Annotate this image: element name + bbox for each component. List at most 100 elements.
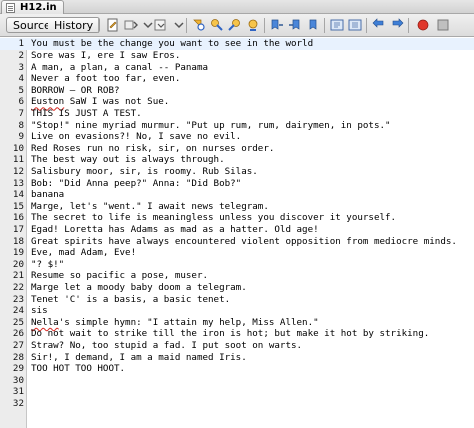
line-number: 19 (12, 247, 24, 259)
back-icon[interactable] (124, 18, 138, 32)
editor-line[interactable]: 5 BORROW — OR ROB? (0, 85, 474, 97)
editor-line[interactable]: 8 "Stop!" nine myriad murmur. "Put up rum… (0, 120, 474, 132)
editor-line[interactable]: 28 Sir!, I demand, I am a maid named Iris… (0, 352, 474, 364)
line-text: Egad! Loretta has Adams as mad as a hatt… (31, 224, 319, 235)
editor-line[interactable]: 4 Never a foot too far, even. (0, 73, 474, 85)
line-number: 22 (12, 282, 24, 293)
toggle-bookmark-icon[interactable] (288, 18, 302, 32)
editor-line[interactable]: 21 Resume so pacific a pose, muser. (0, 270, 474, 282)
editor-line[interactable]: 20 "? $!" (0, 259, 474, 271)
editor-line[interactable]: 17 Egad! Loretta has Adams as mad as a ha… (0, 224, 474, 236)
line-number: 4 (18, 73, 24, 85)
line-number: 3 (18, 61, 24, 73)
editor-line[interactable]: 1 You must be the change you want to see … (0, 38, 474, 50)
editor-line[interactable]: 12 Salisbury moor, sir, is roomy. Rub Sil… (0, 166, 474, 178)
line-number: 13 (12, 177, 24, 189)
line-number: 10 (12, 142, 24, 154)
editor-line[interactable]: 14 banana (0, 189, 474, 201)
forward-icon[interactable] (141, 18, 155, 32)
line-number: 2 (18, 50, 24, 61)
shift-right-icon[interactable] (330, 18, 344, 32)
editor-line[interactable]: 7 THIS IS JUST A TEST. (0, 108, 474, 120)
editor-line[interactable]: 2 Sore was I, ere I saw Eros. (0, 50, 474, 62)
line-text: The best way out is always through. (31, 154, 225, 166)
editor-line[interactable]: 22 Marge let a moody baby doom a telegram… (0, 282, 474, 294)
editor-line[interactable]: 3 A man, a plan, a canal -- Panama (0, 62, 474, 74)
editor-line[interactable]: 6 Euston SaW I was not Sue. (0, 96, 474, 108)
editor-toolbar: Source History (0, 14, 474, 37)
line-text: You must be the change you want to see i… (31, 38, 314, 50)
file-tab[interactable]: H12.in (1, 0, 64, 14)
editor-tab-strip: H12.in (0, 0, 474, 14)
bookmark-previous-icon[interactable] (246, 18, 260, 32)
line-number: 28 (12, 351, 24, 363)
line-number: 31 (12, 386, 24, 398)
editor-line[interactable]: 31 (0, 386, 474, 398)
line-text: Salisbury moor, sir, is roomy. Rub Silas… (31, 166, 258, 177)
line-text: THIS IS JUST A TEST. (31, 108, 142, 119)
stop-icon[interactable] (436, 18, 450, 32)
editor-line[interactable]: 19 Eve, mad Adam, Eve! (0, 247, 474, 259)
line-text: Live on evasions?! No, I save no evil. (31, 131, 242, 143)
start-macro-icon[interactable] (372, 18, 386, 32)
line-text: Euston SaW I was not Sue. (31, 96, 170, 108)
line-number: 14 (12, 189, 24, 201)
editor-line[interactable]: 32 (0, 398, 474, 410)
file-tab-title: H12.in (20, 2, 57, 13)
code-editor[interactable]: 1 You must be the change you want to see … (0, 38, 474, 428)
find-next-icon[interactable] (192, 18, 206, 32)
line-number: 21 (12, 270, 24, 282)
toolbar-separator (186, 18, 187, 33)
line-text: A man, a plan, a canal -- Panama (31, 61, 209, 73)
line-number: 7 (18, 108, 24, 119)
line-text: BORROW — OR ROB? (31, 84, 120, 96)
line-text: Resume so pacific a pose, muser. (31, 270, 209, 282)
line-number: 29 (12, 363, 24, 375)
line-number: 30 (12, 374, 24, 386)
line-number: 27 (12, 340, 24, 351)
editor-line[interactable]: 29 TOO HOT TOO HOOT. (0, 363, 474, 375)
line-number: 8 (18, 119, 24, 131)
comment-icon[interactable] (348, 18, 362, 32)
stop-macro-icon[interactable] (390, 18, 404, 32)
shift-left-icon[interactable] (306, 18, 320, 32)
line-text: Sir!, I demand, I am a maid named Iris. (31, 351, 247, 363)
line-number: 6 (18, 96, 24, 108)
line-text: Sore was I, ere I saw Eros. (31, 50, 181, 61)
toolbar-separator (366, 18, 367, 33)
line-text: Tenet 'C' is a basis, a basic tenet. (31, 293, 231, 305)
toolbar-separator (264, 18, 265, 33)
line-number: 18 (12, 235, 24, 247)
line-text: TOO HOT TOO HOOT. (31, 363, 126, 375)
line-text: sis (31, 305, 48, 317)
editor-line[interactable]: 11 The best way out is always through. (0, 154, 474, 166)
editor-line[interactable]: 24 sis (0, 305, 474, 317)
find-selection-icon[interactable] (154, 18, 168, 32)
find-previous-icon[interactable] (172, 18, 186, 32)
editor-line[interactable]: 25 Nella's simple hymn: "I attain my help… (0, 317, 474, 329)
editor-line[interactable]: 27 Straw? No, too stupid a fad. I put soo… (0, 340, 474, 352)
line-text: Marge let a moody baby doom a telegram. (31, 282, 247, 293)
line-text: Marge, let's "went." I await news telegr… (31, 200, 269, 212)
line-number: 9 (18, 131, 24, 143)
editor-line[interactable]: 9 Live on evasions?! No, I save no evil. (0, 131, 474, 143)
editor-line[interactable]: 10 Red Roses run no risk, sir, on nurses … (0, 143, 474, 155)
record-icon[interactable] (416, 18, 430, 32)
editor-line[interactable]: 18 Great spirits have always encountered … (0, 236, 474, 248)
editor-line[interactable]: 16 The secret to life is meaningless unle… (0, 212, 474, 224)
last-edit-icon[interactable] (106, 18, 120, 32)
line-text: Red Roses run no risk, sir, on nurses or… (31, 142, 275, 154)
editor-line[interactable]: 30 (0, 375, 474, 387)
line-text: Never a foot too far, even. (31, 73, 181, 85)
editor-line[interactable]: 15 Marge, let's "went." I await news tele… (0, 201, 474, 213)
toggle-rect-selection-icon[interactable] (228, 18, 242, 32)
editor-line[interactable]: 13 Bob: "Did Anna peep?" Anna: "Did Bob?" (0, 178, 474, 190)
bookmark-next-icon[interactable] (270, 18, 284, 32)
line-text: Eve, mad Adam, Eve! (31, 247, 137, 259)
line-text: Bob: "Did Anna peep?" Anna: "Did Bob?" (31, 177, 242, 189)
toolbar-separator (324, 18, 325, 33)
history-button[interactable]: History (48, 17, 101, 33)
toggle-highlight-icon[interactable] (210, 18, 224, 32)
editor-line[interactable]: 23 Tenet 'C' is a basis, a basic tenet. (0, 294, 474, 306)
editor-line[interactable]: 26 Do not wait to strike till the iron is… (0, 328, 474, 340)
